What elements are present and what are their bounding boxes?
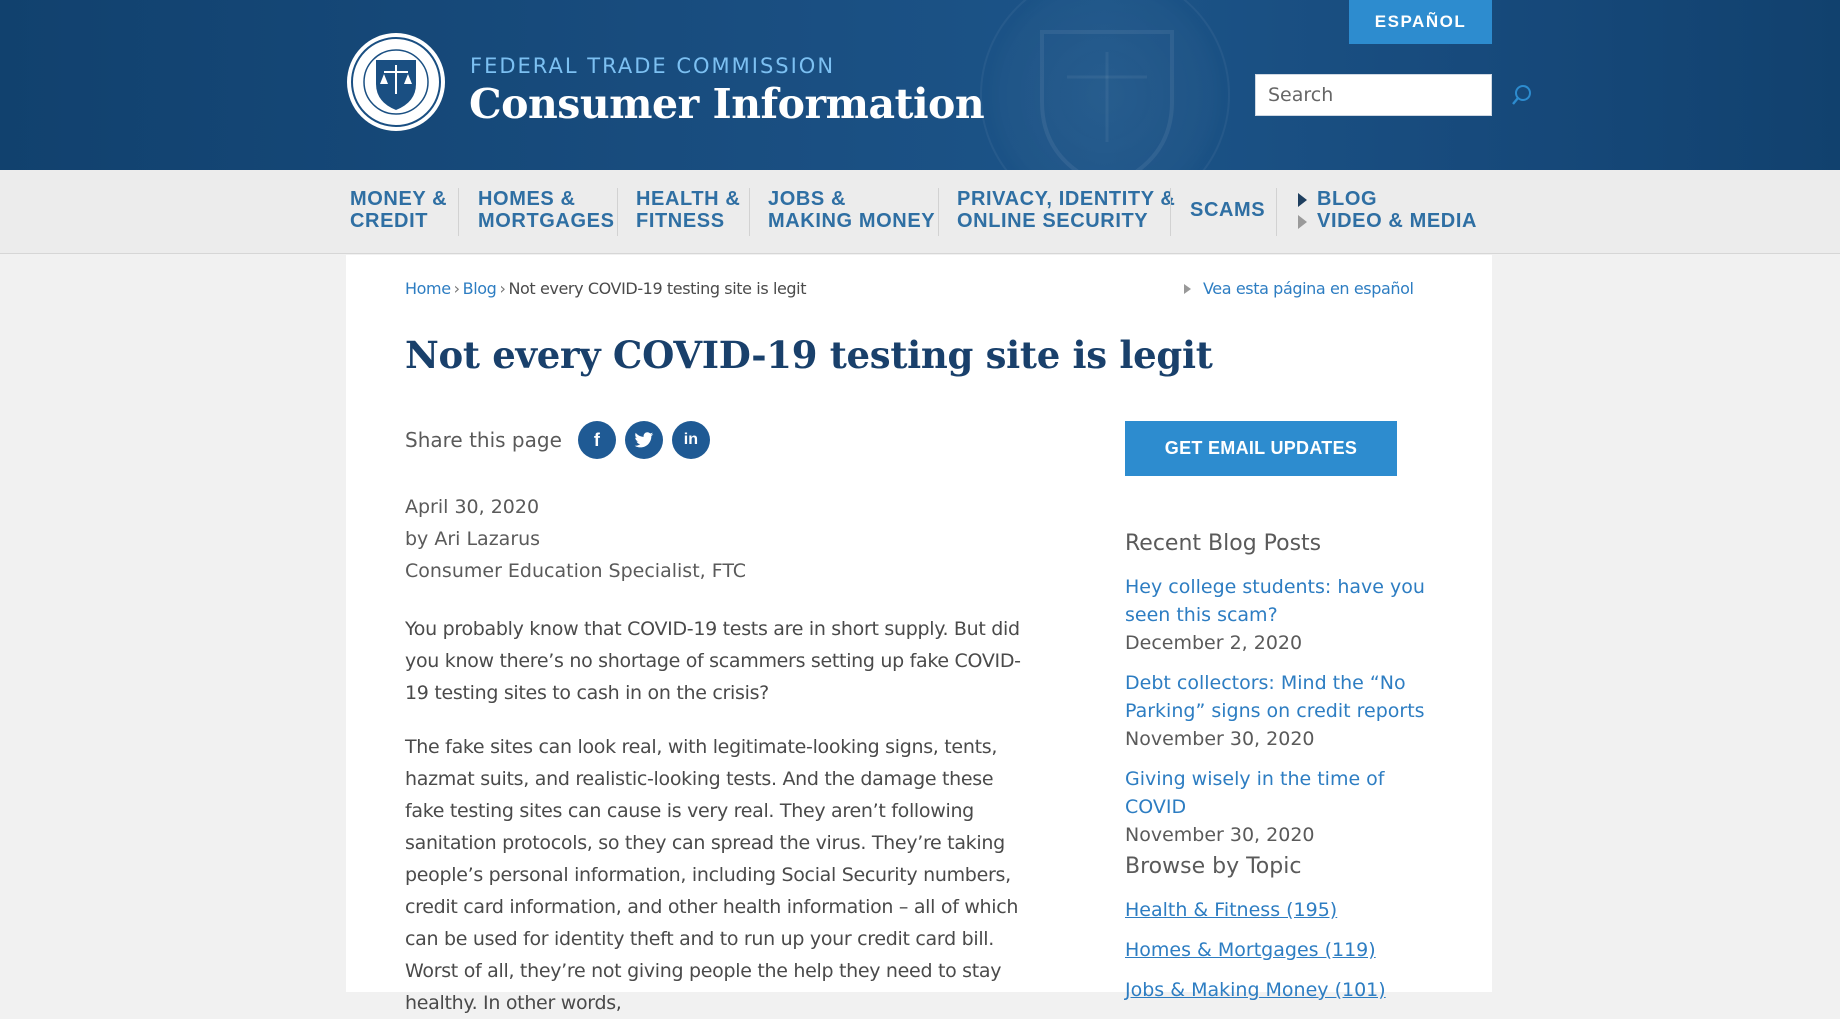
content-card: Home › Blog › Not every COVID-19 testing sit… (346, 255, 1492, 1014)
main-nav: MONEY & CREDIT HOMES & MORTGAGES HEALTH … (0, 170, 1840, 254)
search-input[interactable] (1256, 84, 1511, 106)
topic-link[interactable]: Jobs & Making Money (101) (1125, 976, 1435, 1004)
nav-label: HEALTH & (636, 188, 741, 210)
linkedin-icon[interactable]: in (671, 421, 710, 459)
nav-label: HOMES & (478, 188, 576, 210)
nav-label: VIDEO & MEDIA (1317, 210, 1478, 232)
recent-posts-list: Hey college students: have you seen this… (1125, 573, 1435, 861)
nav-scams[interactable]: SCAMS (1190, 199, 1265, 221)
nav-divider (1276, 188, 1277, 236)
nav-label: SCAMS (1190, 199, 1266, 221)
nav-blog[interactable]: BLOG (1298, 188, 1377, 211)
topic-list: Health & Fitness (195) Homes & Mortgages… (1125, 896, 1435, 1016)
article-author-role: Consumer Education Specialist, FTC (405, 560, 747, 582)
nav-privacy-security[interactable]: PRIVACY, IDENTITY & ONLINE SECURITY (957, 188, 1175, 232)
breadcrumb-separator: › (453, 279, 460, 298)
post-link[interactable]: Hey college students: have you seen this… (1125, 573, 1435, 629)
nav-label: MONEY & (350, 188, 448, 210)
nav-homes-mortgages[interactable]: HOMES & MORTGAGES (478, 188, 615, 232)
triangle-right-icon (1298, 192, 1307, 207)
nav-divider (458, 188, 459, 236)
article-date: April 30, 2020 (405, 496, 540, 518)
post-date: December 2, 2020 (1125, 632, 1303, 654)
browse-topic-heading: Browse by Topic (1125, 854, 1302, 879)
nav-divider (749, 188, 750, 236)
facebook-icon[interactable]: f (577, 421, 616, 459)
triangle-right-icon (1184, 283, 1191, 294)
nav-label: MAKING MONEY (768, 210, 936, 232)
nav-label: FITNESS (636, 210, 725, 232)
twitter-icon[interactable] (624, 421, 663, 459)
nav-health-fitness[interactable]: HEALTH & FITNESS (636, 188, 740, 232)
nav-label: JOBS & (768, 188, 847, 210)
article-paragraph: The fake sites can look real, with legit… (405, 736, 1019, 1014)
spanish-version-link[interactable]: Vea esta página en español (1184, 279, 1414, 298)
nav-money-credit[interactable]: MONEY & CREDIT (350, 188, 447, 232)
search-icon[interactable] (1511, 75, 1533, 115)
nav-label: CREDIT (350, 210, 429, 232)
recent-posts-heading: Recent Blog Posts (1125, 531, 1322, 556)
topic-link[interactable]: Homes & Mortgages (119) (1125, 936, 1435, 964)
watermark-seal-icon (980, 0, 1230, 170)
nav-video-media[interactable]: VIDEO & MEDIA (1298, 210, 1477, 233)
page-title: Not every COVID-19 testing site is legit (405, 333, 1213, 377)
breadcrumb: Home › Blog › Not every COVID-19 testing sit… (405, 279, 807, 298)
article-paragraph: You probably know that COVID-19 tests ar… (405, 618, 1021, 704)
get-email-updates-button[interactable]: GET EMAIL UPDATES (1125, 421, 1397, 476)
article-author[interactable]: by Ari Lazarus (405, 523, 746, 555)
nav-label: PRIVACY, IDENTITY & (957, 188, 1176, 210)
nav-divider (617, 188, 618, 236)
agency-name: FEDERAL TRADE COMMISSION (470, 54, 836, 78)
nav-label: ONLINE SECURITY (957, 210, 1149, 232)
nav-jobs-money[interactable]: JOBS & MAKING MONEY (768, 188, 935, 232)
breadcrumb-current: Not every COVID-19 testing site is legit (508, 279, 807, 298)
list-item: Giving wisely in the time of COVID Novem… (1125, 765, 1435, 849)
post-link[interactable]: Debt collectors: Mind the “No Parking” s… (1125, 669, 1435, 725)
nav-divider (1170, 188, 1171, 236)
nav-label: BLOG (1317, 188, 1378, 210)
site-title[interactable]: Consumer Information (469, 80, 985, 128)
triangle-right-icon (1298, 214, 1307, 229)
ftc-seal-icon[interactable] (346, 32, 446, 132)
espanol-button[interactable]: ESPAÑOL (1349, 0, 1492, 44)
article-meta: April 30, 2020 by Ari Lazarus Consumer E… (405, 491, 746, 587)
breadcrumb-separator: › (499, 279, 506, 298)
topic-link[interactable]: Health & Fitness (195) (1125, 896, 1435, 924)
post-date: November 30, 2020 (1125, 728, 1315, 750)
share-row: Share this page f in (405, 421, 719, 459)
breadcrumb-blog[interactable]: Blog (463, 279, 497, 298)
breadcrumb-home[interactable]: Home (405, 279, 451, 298)
share-label: Share this page (405, 428, 562, 452)
list-item: Debt collectors: Mind the “No Parking” s… (1125, 669, 1435, 753)
spanish-link-label: Vea esta página en español (1203, 279, 1414, 298)
post-date: November 30, 2020 (1125, 824, 1315, 846)
search-box (1255, 74, 1531, 116)
site-header: FEDERAL TRADE COMMISSION Consumer Inform… (0, 0, 1840, 170)
list-item: Hey college students: have you seen this… (1125, 573, 1435, 657)
post-link[interactable]: Giving wisely in the time of COVID (1125, 765, 1435, 821)
nav-divider (938, 188, 939, 236)
nav-label: MORTGAGES (478, 210, 615, 232)
